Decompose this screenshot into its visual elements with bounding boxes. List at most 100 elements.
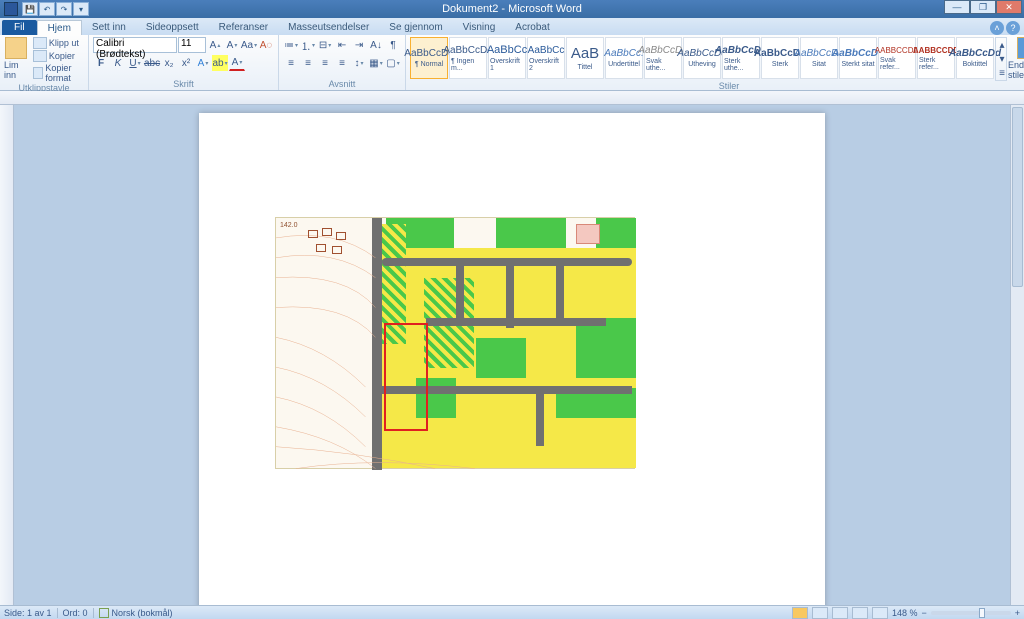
font-color-button[interactable]: A▾ bbox=[229, 55, 245, 71]
style-utheving[interactable]: AaBbCcDdUtheving bbox=[683, 37, 721, 79]
styles-gallery[interactable]: AaBbCcDd¶ Normal AaBbCcDd¶ Ingen m... Aa… bbox=[410, 37, 1024, 81]
word-icon bbox=[4, 2, 18, 16]
italic-button[interactable]: K bbox=[110, 55, 126, 71]
shrink-font-button[interactable]: A▾ bbox=[224, 37, 240, 53]
format-painter-button[interactable]: Kopier format bbox=[33, 63, 84, 83]
decrease-indent-button[interactable]: ⇤ bbox=[334, 37, 350, 53]
vertical-ruler[interactable] bbox=[0, 105, 14, 605]
qat-undo[interactable]: ↶ bbox=[39, 2, 55, 16]
view-print-layout[interactable] bbox=[792, 607, 808, 619]
style-overskrift2[interactable]: AaBbCcOverskrift 2 bbox=[527, 37, 565, 79]
copy-icon bbox=[33, 50, 47, 62]
view-full-screen[interactable] bbox=[812, 607, 828, 619]
sort-button[interactable]: A↓ bbox=[368, 37, 384, 53]
status-language[interactable]: Norsk (bokmål) bbox=[112, 608, 173, 618]
style-tittel[interactable]: AaBTittel bbox=[566, 37, 604, 79]
styles-scroll-down[interactable]: ▾ bbox=[996, 52, 1008, 66]
multilevel-button[interactable]: ⊟▾ bbox=[317, 37, 333, 53]
highlight-button[interactable]: ab▾ bbox=[212, 55, 228, 71]
align-left-button[interactable]: ≡ bbox=[283, 55, 299, 71]
maximize-button[interactable]: ❐ bbox=[970, 0, 996, 14]
zoom-in-button[interactable]: + bbox=[1015, 608, 1020, 618]
group-clipboard: Lim inn Klipp ut Kopier Kopier format Ut… bbox=[0, 35, 89, 90]
change-case-button[interactable]: Aa▾ bbox=[241, 37, 257, 53]
clear-formatting-button[interactable]: A◌ bbox=[258, 37, 274, 53]
cut-button[interactable]: Klipp ut bbox=[33, 37, 84, 49]
view-outline[interactable] bbox=[852, 607, 868, 619]
inserted-map-image[interactable]: 142.0 bbox=[275, 217, 635, 469]
group-font: Calibri (Brødtekst) 11 A▴ A▾ Aa▾ A◌ F K … bbox=[89, 35, 279, 90]
style-undertittel[interactable]: AaBbCc.Undertittel bbox=[605, 37, 643, 79]
status-page[interactable]: Side: 1 av 1 bbox=[4, 608, 52, 618]
align-right-button[interactable]: ≡ bbox=[317, 55, 333, 71]
underline-button[interactable]: U▾ bbox=[127, 55, 143, 71]
shading-button[interactable]: ▦▾ bbox=[368, 55, 384, 71]
file-tab[interactable]: Fil bbox=[2, 20, 37, 35]
scissors-icon bbox=[33, 37, 47, 49]
subscript-button[interactable]: x₂ bbox=[161, 55, 177, 71]
styles-scroll-up[interactable]: ▴ bbox=[996, 38, 1008, 52]
font-size-select[interactable]: 11 bbox=[178, 37, 206, 53]
help-icon[interactable]: ? bbox=[1006, 21, 1020, 35]
tab-acrobat[interactable]: Acrobat bbox=[505, 20, 559, 35]
brush-icon bbox=[33, 67, 44, 79]
numbering-button[interactable]: ⒈▾ bbox=[300, 37, 316, 53]
status-words[interactable]: Ord: 0 bbox=[63, 608, 88, 618]
tab-masseutsendelser[interactable]: Masseutsendelser bbox=[278, 20, 379, 35]
strikethrough-button[interactable]: abc bbox=[144, 55, 160, 71]
style-sterktsitat[interactable]: AaBbCcDdSterkt sitat bbox=[839, 37, 877, 79]
line-spacing-button[interactable]: ↕▾ bbox=[351, 55, 367, 71]
view-draft[interactable] bbox=[872, 607, 888, 619]
vertical-scrollbar[interactable] bbox=[1010, 105, 1024, 605]
superscript-button[interactable]: x² bbox=[178, 55, 194, 71]
tab-sideoppsett[interactable]: Sideoppsett bbox=[136, 20, 209, 35]
copy-button[interactable]: Kopier bbox=[33, 50, 84, 62]
minimize-ribbon-icon[interactable]: ˄ bbox=[990, 21, 1004, 35]
status-bar: Side: 1 av 1 Ord: 0 Norsk (bokmål) 148 %… bbox=[0, 605, 1024, 619]
tab-referanser[interactable]: Referanser bbox=[209, 20, 278, 35]
increase-indent-button[interactable]: ⇥ bbox=[351, 37, 367, 53]
group-styles: AaBbCcDd¶ Normal AaBbCcDd¶ Ingen m... Aa… bbox=[406, 35, 1024, 90]
zoom-thumb[interactable] bbox=[979, 608, 985, 618]
style-boktittel[interactable]: AaBbCcDdBoktittel bbox=[956, 37, 994, 79]
tab-settinn[interactable]: Sett inn bbox=[82, 20, 136, 35]
scrollbar-thumb[interactable] bbox=[1012, 107, 1023, 287]
bullets-button[interactable]: ≔▾ bbox=[283, 37, 299, 53]
window-title: Dokument2 - Microsoft Word bbox=[442, 3, 582, 15]
zoom-level[interactable]: 148 % bbox=[892, 608, 918, 618]
change-styles-icon bbox=[1017, 37, 1024, 59]
zoom-slider[interactable] bbox=[931, 611, 1011, 615]
grow-font-button[interactable]: A▴ bbox=[207, 37, 223, 53]
page-area[interactable]: 142.0 bbox=[14, 105, 1010, 605]
close-button[interactable]: ✕ bbox=[996, 0, 1022, 14]
qat-save[interactable]: 💾 bbox=[22, 2, 38, 16]
justify-button[interactable]: ≡ bbox=[334, 55, 350, 71]
group-label-font: Skrift bbox=[93, 79, 274, 90]
bold-button[interactable]: F bbox=[93, 55, 109, 71]
zoom-out-button[interactable]: − bbox=[921, 608, 926, 618]
ribbon: Lim inn Klipp ut Kopier Kopier format Ut… bbox=[0, 35, 1024, 91]
minimize-button[interactable]: — bbox=[944, 0, 970, 14]
qat-redo[interactable]: ↷ bbox=[56, 2, 72, 16]
tab-segjennom[interactable]: Se gjennom bbox=[379, 20, 452, 35]
document-page[interactable]: 142.0 bbox=[199, 113, 825, 605]
group-paragraph: ≔▾ ⒈▾ ⊟▾ ⇤ ⇥ A↓ ¶ ≡ ≡ ≡ ≡ ↕▾ ▦▾ ▢▾ Avsni… bbox=[279, 35, 406, 90]
style-ingen[interactable]: AaBbCcDd¶ Ingen m... bbox=[449, 37, 487, 79]
text-effects-button[interactable]: A▾ bbox=[195, 55, 211, 71]
style-normal[interactable]: AaBbCcDd¶ Normal bbox=[410, 37, 448, 79]
qat-customize[interactable]: ▾ bbox=[73, 2, 89, 16]
font-name-select[interactable]: Calibri (Brødtekst) bbox=[93, 37, 177, 53]
styles-more[interactable]: ≡ bbox=[996, 66, 1008, 80]
tab-visning[interactable]: Visning bbox=[453, 20, 506, 35]
horizontal-ruler[interactable] bbox=[0, 91, 1024, 105]
align-center-button[interactable]: ≡ bbox=[300, 55, 316, 71]
style-overskrift1[interactable]: AaBbCcOverskrift 1 bbox=[488, 37, 526, 79]
style-svakrefer[interactable]: AABBCCDDSvak refer... bbox=[878, 37, 916, 79]
view-web-layout[interactable] bbox=[832, 607, 848, 619]
proofing-icon[interactable] bbox=[99, 608, 109, 618]
show-marks-button[interactable]: ¶ bbox=[385, 37, 401, 53]
borders-button[interactable]: ▢▾ bbox=[385, 55, 401, 71]
tab-hjem[interactable]: Hjem bbox=[37, 20, 82, 35]
change-styles-button[interactable]: Endre stiler bbox=[1008, 37, 1024, 80]
paste-button[interactable]: Lim inn bbox=[4, 37, 29, 83]
